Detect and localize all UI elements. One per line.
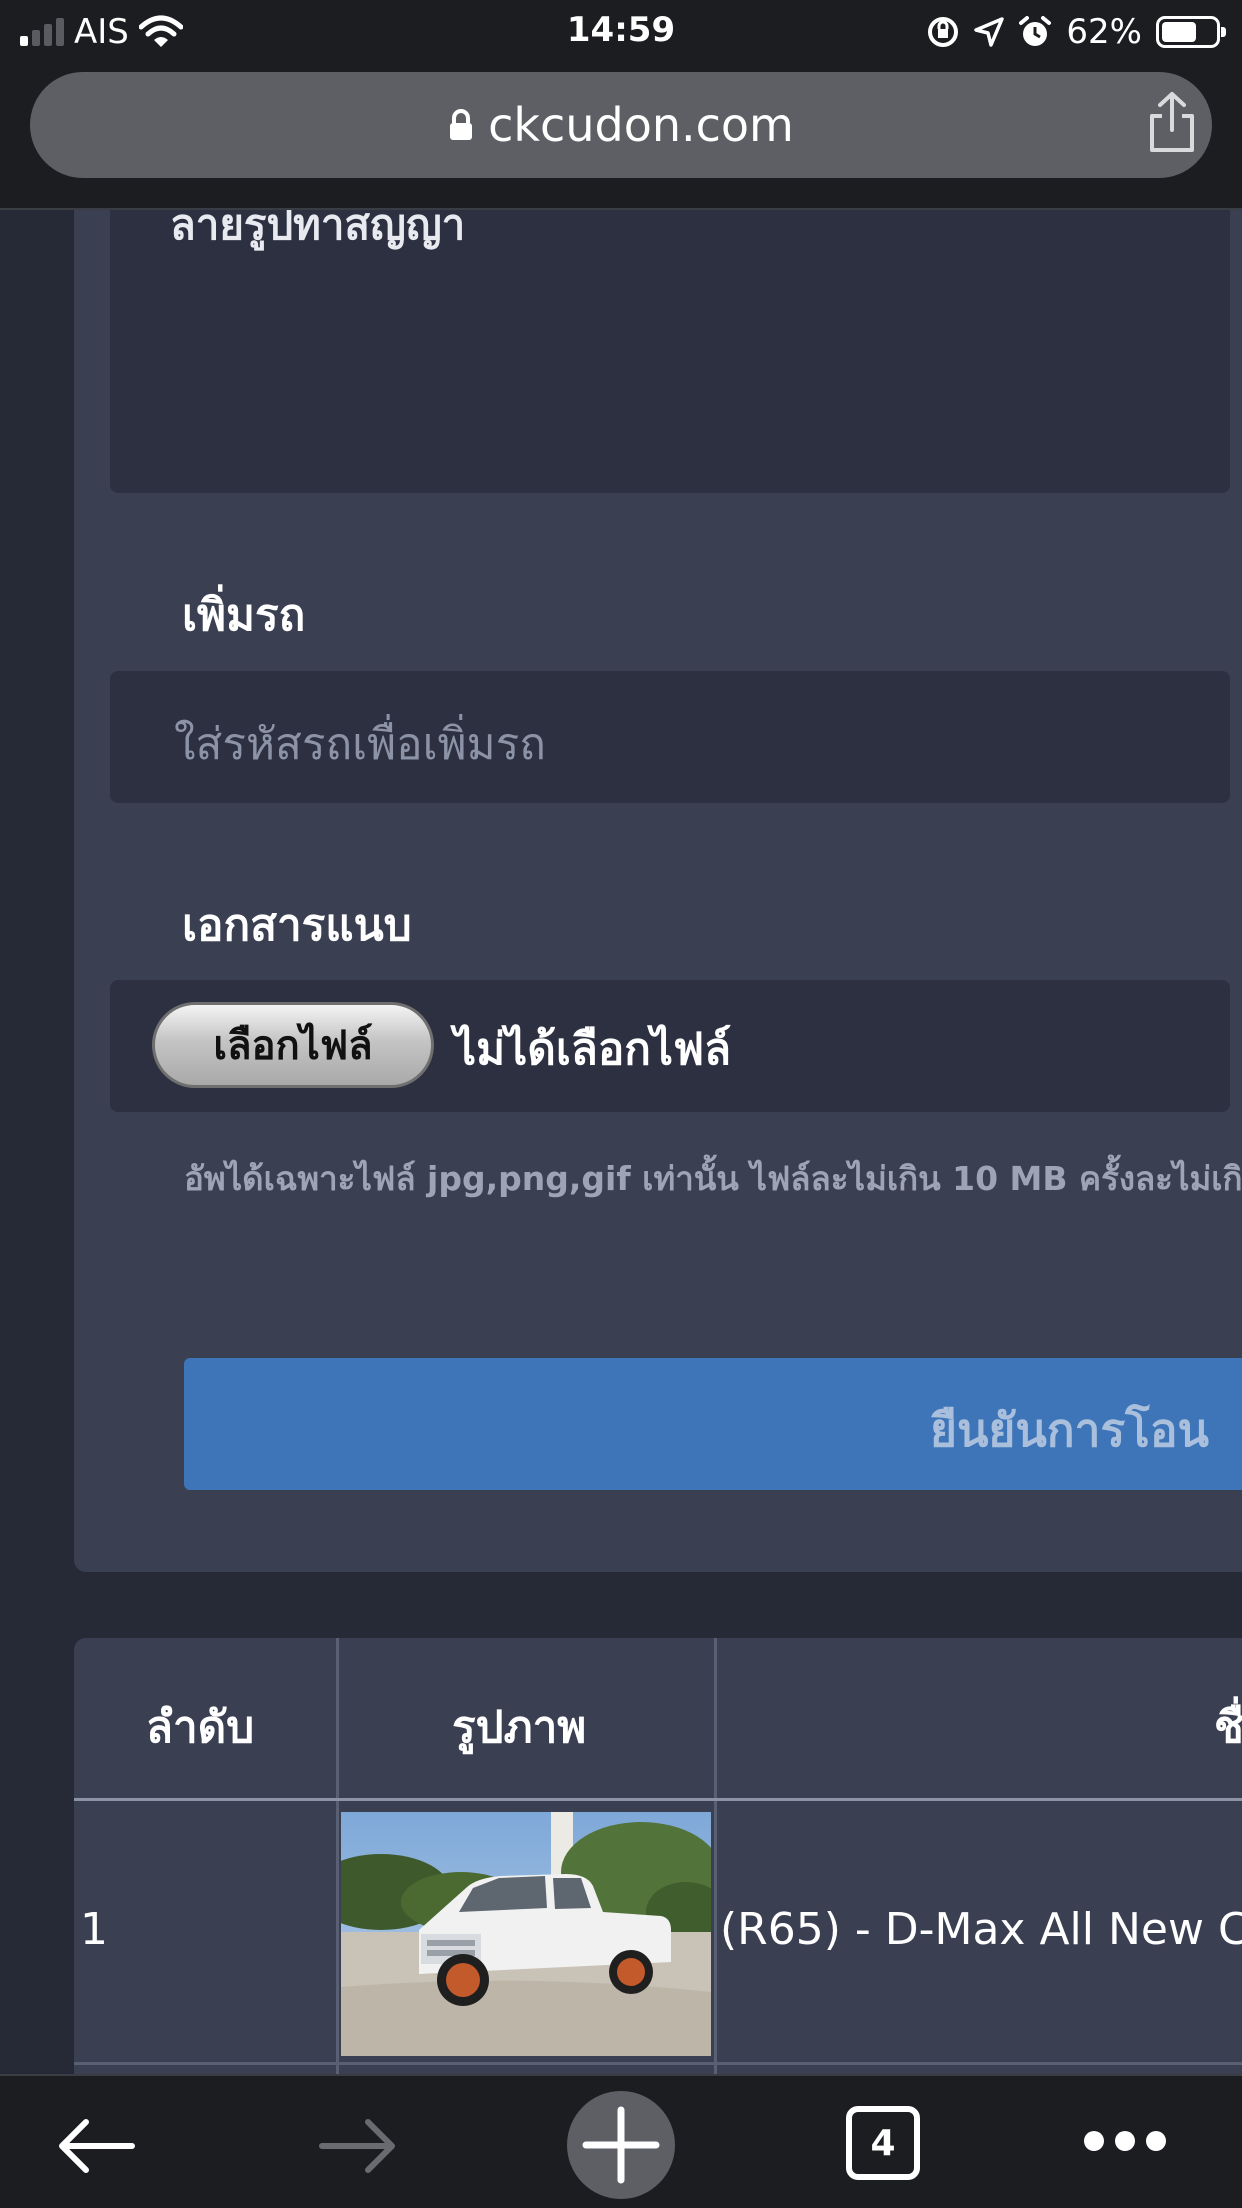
browser-toolbar: ckcudon.com xyxy=(0,62,1242,210)
more-dots-icon[interactable] xyxy=(1082,2128,1168,2154)
status-right: 62% xyxy=(926,12,1226,52)
file-input: เลือกไฟล์ ไม่ได้เลือกไฟล์ xyxy=(110,980,1230,1112)
table-divider xyxy=(336,1638,339,2074)
tab-count: 4 xyxy=(870,2122,896,2164)
confirm-transfer-button[interactable]: ยืนยันการโอน xyxy=(184,1358,1242,1490)
car-thumbnail[interactable] xyxy=(341,1812,711,2056)
address-bar[interactable]: ckcudon.com xyxy=(30,72,1212,178)
page-content: ลายรูปทาสญญา เพิ่มรถ ใส่รหัสรถเพื่อเพิ่ม… xyxy=(0,210,1242,2074)
no-file-text: ไม่ได้เลือกไฟล์ xyxy=(454,1024,732,1075)
tabs-icon[interactable]: 4 xyxy=(846,2106,920,2180)
confirm-transfer-label: ยืนยันการโอน xyxy=(930,1403,1209,1457)
url-text: ckcudon.com xyxy=(488,98,794,152)
table-header-index: ลำดับ xyxy=(146,1702,255,1753)
battery-percent: 62% xyxy=(1066,12,1142,52)
browser-bottom-toolbar: 4 xyxy=(0,2074,1242,2208)
choose-file-button[interactable]: เลือกไฟล์ xyxy=(152,1002,434,1088)
alarm-icon xyxy=(1019,16,1052,46)
table-divider xyxy=(714,1638,717,2074)
table-header-image: รูปภาพ xyxy=(452,1702,587,1753)
location-icon xyxy=(974,17,1005,47)
table-divider xyxy=(74,2062,1242,2065)
table-header-name: ชื่ xyxy=(1214,1702,1242,1753)
orientation-lock-icon xyxy=(928,17,959,47)
upload-hint: อัพได้เฉพาะไฟล์ jpg,png,gif เท่านั้น ไฟล… xyxy=(184,1159,1242,1198)
plus-icon[interactable] xyxy=(566,2090,676,2200)
back-arrow-icon[interactable] xyxy=(56,2118,136,2174)
battery-icon xyxy=(1156,16,1226,48)
forward-arrow-icon[interactable] xyxy=(318,2118,398,2174)
car-table: ลำดับ รูปภาพ ชื่ 1 (R65) - D-Max All New… xyxy=(74,1638,1242,2074)
add-car-label: เพิ่มรถ xyxy=(182,590,306,641)
lock-icon xyxy=(450,109,473,140)
share-icon[interactable] xyxy=(1142,90,1202,154)
car-code-placeholder: ใส่รหัสรถเพื่อเพิ่มรถ xyxy=(174,719,546,770)
contract-field-text: ลายรูปทาสญญา xyxy=(170,210,466,249)
table-cell-index: 1 xyxy=(80,1904,108,1955)
car-code-input[interactable]: ใส่รหัสรถเพื่อเพิ่มรถ xyxy=(110,671,1230,803)
table-cell-name[interactable]: (R65) - D-Max All New Ca xyxy=(720,1904,1242,1955)
table-divider xyxy=(74,1798,1242,1801)
attachments-label: เอกสารแนบ xyxy=(182,900,412,951)
contract-field[interactable]: ลายรูปทาสญญา xyxy=(110,210,1230,493)
status-bar: AIS 14:59 62% xyxy=(0,0,1242,62)
